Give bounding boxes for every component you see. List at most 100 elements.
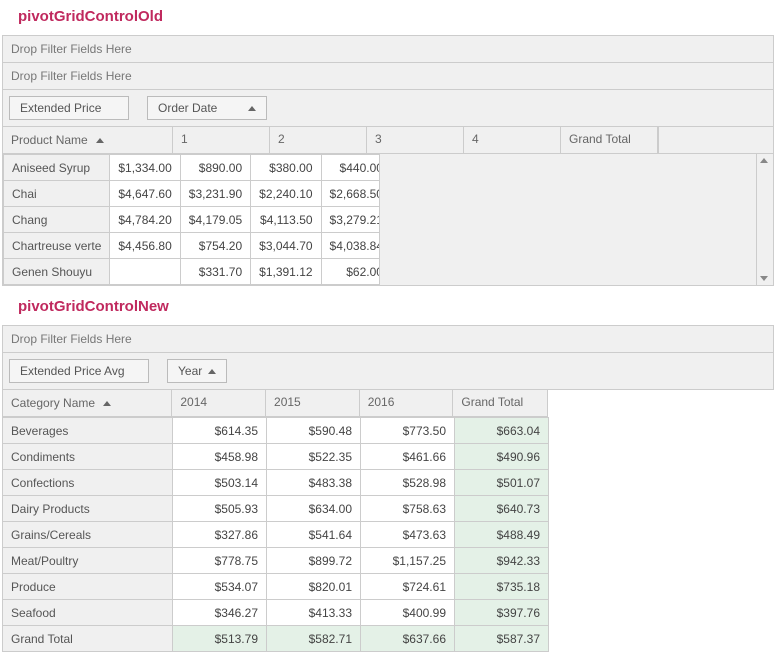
col-header[interactable]: 2016 [360,390,454,416]
col-header[interactable]: 2015 [266,390,360,416]
data-cell[interactable]: $1,391.12 [251,259,321,285]
data-cell[interactable]: $3,044.70 [251,233,321,259]
row-label[interactable]: Aniseed Syrup [4,155,110,181]
data-cell[interactable]: $413.33 [267,600,361,626]
row-label[interactable]: Produce [3,574,173,600]
data-cell[interactable]: $2,240.10 [251,181,321,207]
data-cell[interactable]: $820.01 [267,574,361,600]
row-field-old[interactable]: Product Name [3,127,173,153]
row-label[interactable]: Confections [3,470,173,496]
data-cell[interactable]: $461.66 [361,444,455,470]
grand-total-total-cell[interactable]: $587.37 [455,626,549,652]
data-cell[interactable]: $62.00 [321,259,379,285]
data-cell[interactable]: $1,334.00 [110,155,180,181]
data-cell[interactable]: $1,157.25 [361,548,455,574]
scroll-down-icon[interactable] [760,276,768,281]
row-label[interactable]: Seafood [3,600,173,626]
data-cell[interactable]: $346.27 [173,600,267,626]
data-cell[interactable]: $3,279.21 [321,207,379,233]
data-cell[interactable]: $380.00 [251,155,321,181]
col-header[interactable]: 1 [173,127,270,153]
col-header[interactable]: 2 [270,127,367,153]
total-cell[interactable]: $663.04 [455,418,549,444]
data-cell[interactable]: $899.72 [267,548,361,574]
empty-header [658,127,773,153]
row-label[interactable]: Chang [4,207,110,233]
data-cell[interactable]: $327.86 [173,522,267,548]
data-cell[interactable]: $590.48 [267,418,361,444]
col-header-grand-total[interactable]: Grand Total [453,390,547,416]
data-cell[interactable]: $541.64 [267,522,361,548]
data-cell[interactable]: $778.75 [173,548,267,574]
grand-total-cell[interactable]: $637.66 [361,626,455,652]
data-cell[interactable]: $400.99 [361,600,455,626]
row-field-new[interactable]: Category Name [3,390,172,416]
data-cell[interactable]: $522.35 [267,444,361,470]
data-cell[interactable]: $331.70 [180,259,250,285]
data-cell[interactable]: $473.63 [361,522,455,548]
data-cell[interactable]: $2,668.50 [321,181,379,207]
data-cell[interactable]: $505.93 [173,496,267,522]
data-cell[interactable]: $3,231.90 [180,181,250,207]
data-field-old[interactable]: Extended Price [9,96,129,120]
grand-total-label[interactable]: Grand Total [3,626,173,652]
total-cell[interactable]: $488.49 [455,522,549,548]
scrollbar-vertical[interactable] [756,154,773,285]
data-field-new[interactable]: Extended Price Avg [9,359,149,383]
total-cell[interactable]: $397.76 [455,600,549,626]
data-cell[interactable]: $4,647.60 [110,181,180,207]
data-cell[interactable]: $4,038.84 [321,233,379,259]
data-cell[interactable]: $634.00 [267,496,361,522]
col-field-new[interactable]: Year [167,359,227,383]
col-header[interactable]: 2014 [172,390,266,416]
data-field-old-label: Extended Price [20,101,101,115]
col-header-grand-total[interactable]: Grand Total [561,127,658,153]
table-row: Aniseed Syrup$1,334.00$890.00$380.00$440… [4,155,380,181]
data-cell[interactable]: $4,784.20 [110,207,180,233]
row-label[interactable]: Chartreuse verte [4,233,110,259]
data-cell[interactable]: $758.63 [361,496,455,522]
data-cell[interactable] [110,259,180,285]
filter-area-old-1[interactable]: Drop Filter Fields Here [2,35,774,63]
data-cell[interactable]: $890.00 [180,155,250,181]
row-label[interactable]: Condiments [3,444,173,470]
scroll-up-icon[interactable] [760,158,768,163]
col-header[interactable]: 3 [367,127,464,153]
table-row: Genen Shouyu$331.70$1,391.12$62.00$1,784… [4,259,380,285]
row-label[interactable]: Chai [4,181,110,207]
total-cell[interactable]: $490.96 [455,444,549,470]
pivot-old-grid: Aniseed Syrup$1,334.00$890.00$380.00$440… [3,154,379,285]
row-label[interactable]: Meat/Poultry [3,548,173,574]
row-label[interactable]: Grains/Cereals [3,522,173,548]
data-cell[interactable]: $724.61 [361,574,455,600]
total-cell[interactable]: $735.18 [455,574,549,600]
sort-asc-icon [248,106,256,111]
pivot-new: Drop Filter Fields Here Extended Price A… [2,325,774,652]
data-cell[interactable]: $4,179.05 [180,207,250,233]
total-cell[interactable]: $640.73 [455,496,549,522]
data-cell[interactable]: $440.00 [321,155,379,181]
grand-total-row: Grand Total$513.79$582.71$637.66$587.37 [3,626,549,652]
total-cell[interactable]: $501.07 [455,470,549,496]
col-header[interactable]: 4 [464,127,561,153]
data-cell[interactable]: $458.98 [173,444,267,470]
data-cell[interactable]: $773.50 [361,418,455,444]
data-cell[interactable]: $483.38 [267,470,361,496]
filter-area-new[interactable]: Drop Filter Fields Here [2,325,774,353]
row-label[interactable]: Dairy Products [3,496,173,522]
data-cell[interactable]: $534.07 [173,574,267,600]
pivot-old: Drop Filter Fields Here Drop Filter Fiel… [2,35,774,286]
col-field-old[interactable]: Order Date [147,96,267,120]
data-cell[interactable]: $528.98 [361,470,455,496]
grand-total-cell[interactable]: $513.79 [173,626,267,652]
data-cell[interactable]: $503.14 [173,470,267,496]
data-cell[interactable]: $614.35 [173,418,267,444]
row-label[interactable]: Beverages [3,418,173,444]
data-cell[interactable]: $4,113.50 [251,207,321,233]
row-label[interactable]: Genen Shouyu [4,259,110,285]
total-cell[interactable]: $942.33 [455,548,549,574]
grand-total-cell[interactable]: $582.71 [267,626,361,652]
data-cell[interactable]: $4,456.80 [110,233,180,259]
data-cell[interactable]: $754.20 [180,233,250,259]
filter-area-old-2[interactable]: Drop Filter Fields Here [2,63,774,90]
